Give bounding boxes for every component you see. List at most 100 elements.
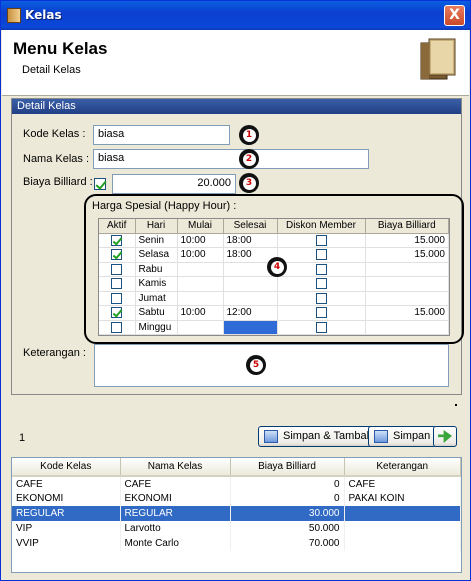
arrow-right-icon xyxy=(438,430,452,443)
col-selesai[interactable]: Selesai xyxy=(223,219,278,234)
checkbox[interactable] xyxy=(111,292,123,304)
checkbox[interactable] xyxy=(111,278,123,290)
marker-5: 5 xyxy=(246,355,266,375)
mulai-cell[interactable] xyxy=(177,262,224,277)
record-counter: 1 xyxy=(19,432,26,444)
biaya-cell[interactable] xyxy=(365,320,449,335)
app-icon xyxy=(7,8,21,23)
aktif-checkbox[interactable] xyxy=(99,262,136,277)
selesai-cell[interactable] xyxy=(223,276,278,292)
happy-hour-row[interactable]: Senin 10:00 18:00 15.000 xyxy=(99,233,449,248)
hari-cell[interactable]: Jumat xyxy=(135,291,178,306)
diskon-checkbox[interactable] xyxy=(277,247,366,263)
list-col-kode[interactable]: Kode Kelas xyxy=(12,458,121,477)
list-cell-nama: REGULAR xyxy=(120,506,231,521)
biaya-cell[interactable]: 15.000 xyxy=(365,305,449,321)
hari-cell[interactable]: Kamis xyxy=(135,276,178,292)
mulai-cell[interactable]: 10:00 xyxy=(177,233,224,248)
checkbox[interactable] xyxy=(111,249,123,261)
selesai-cell[interactable]: 18:00 xyxy=(223,233,278,248)
biaya-cell[interactable]: 15.000 xyxy=(365,233,449,248)
aktif-checkbox[interactable] xyxy=(99,320,136,335)
checkbox[interactable] xyxy=(315,278,327,290)
checkbox[interactable] xyxy=(111,307,123,319)
checkbox[interactable] xyxy=(111,321,123,333)
list-cell-kode: EKONOMI xyxy=(12,491,121,506)
header-banner: Menu Kelas Detail Kelas xyxy=(2,30,469,96)
aktif-checkbox[interactable] xyxy=(99,233,136,248)
list-cell-biaya: 0 xyxy=(230,476,345,491)
hari-cell[interactable]: Minggu xyxy=(135,320,178,335)
checkbox[interactable] xyxy=(315,307,327,319)
mulai-cell[interactable] xyxy=(177,320,224,335)
list-row[interactable]: REGULAR REGULAR 30.000 xyxy=(12,506,461,521)
happy-hour-row[interactable]: Kamis xyxy=(99,276,449,292)
selesai-cell[interactable]: 12:00 xyxy=(223,305,278,321)
biaya-cell[interactable] xyxy=(365,262,449,277)
checkbox[interactable] xyxy=(315,292,327,304)
list-col-biaya[interactable]: Biaya Billiard xyxy=(230,458,345,477)
biaya-billiard-checkbox[interactable] xyxy=(94,178,106,190)
list-col-keterangan[interactable]: Keterangan xyxy=(344,458,461,477)
col-hari[interactable]: Hari xyxy=(135,219,178,234)
checkbox[interactable] xyxy=(315,321,327,333)
checkbox[interactable] xyxy=(111,234,123,246)
nama-kelas-label: Nama Kelas : xyxy=(23,153,90,165)
keterangan-textarea[interactable] xyxy=(94,344,449,387)
col-biaya-billiard[interactable]: Biaya Billiard xyxy=(365,219,449,234)
save-label: Simpan xyxy=(393,430,431,442)
diskon-checkbox[interactable] xyxy=(277,291,366,306)
aktif-checkbox[interactable] xyxy=(99,247,136,263)
save-button[interactable]: Simpan xyxy=(368,426,438,447)
list-cell-biaya: 70.000 xyxy=(230,536,345,551)
aktif-checkbox[interactable] xyxy=(99,276,136,292)
checkbox[interactable] xyxy=(315,234,327,246)
aktif-checkbox[interactable] xyxy=(99,291,136,306)
save-and-add-button[interactable]: Simpan & Tambah xyxy=(258,426,380,447)
list-cell-nama: Monte Carlo xyxy=(120,536,231,551)
col-aktif[interactable]: Aktif xyxy=(99,219,136,234)
kelas-window: Kelas X Menu Kelas Detail Kelas Detail K… xyxy=(0,0,471,581)
selesai-cell[interactable] xyxy=(223,291,278,306)
list-row[interactable]: VVIP Monte Carlo 70.000 xyxy=(12,536,461,551)
list-row[interactable]: VIP Larvotto 50.000 xyxy=(12,521,461,536)
happy-hour-row[interactable]: Sabtu 10:00 12:00 15.000 xyxy=(99,305,449,321)
col-diskon-member[interactable]: Diskon Member xyxy=(277,219,366,234)
diskon-checkbox[interactable] xyxy=(277,233,366,248)
biaya-cell[interactable]: 15.000 xyxy=(365,247,449,263)
list-col-nama[interactable]: Nama Kelas xyxy=(120,458,231,477)
list-row[interactable]: EKONOMI EKONOMI 0 PAKAI KOIN xyxy=(12,491,461,506)
biaya-cell[interactable] xyxy=(365,276,449,292)
happy-hour-row[interactable]: Minggu xyxy=(99,320,449,335)
hari-cell[interactable]: Selasa xyxy=(135,247,178,263)
mulai-cell[interactable]: 10:00 xyxy=(177,305,224,321)
biaya-cell[interactable] xyxy=(365,291,449,306)
happy-hour-row[interactable]: Jumat xyxy=(99,291,449,306)
close-button[interactable]: X xyxy=(444,5,465,26)
checkbox[interactable] xyxy=(315,263,327,275)
aktif-checkbox[interactable] xyxy=(99,305,136,321)
diskon-checkbox[interactable] xyxy=(277,305,366,321)
checkbox[interactable] xyxy=(315,249,327,261)
checkbox[interactable] xyxy=(111,263,123,275)
list-cell-ket xyxy=(344,506,461,521)
diskon-checkbox[interactable] xyxy=(277,262,366,277)
selesai-cell[interactable] xyxy=(223,320,278,335)
list-row[interactable]: CAFE CAFE 0 CAFE xyxy=(12,476,461,491)
save-add-icon xyxy=(264,430,278,443)
next-button[interactable] xyxy=(433,426,457,447)
col-mulai[interactable]: Mulai xyxy=(177,219,224,234)
kode-kelas-input[interactable]: biasa xyxy=(93,125,230,145)
hari-cell[interactable]: Rabu xyxy=(135,262,178,277)
hari-cell[interactable]: Senin xyxy=(135,233,178,248)
biaya-billiard-input[interactable]: 20.000 xyxy=(112,174,236,194)
nama-kelas-input[interactable]: biasa xyxy=(93,149,369,169)
hari-cell[interactable]: Sabtu xyxy=(135,305,178,321)
mulai-cell[interactable] xyxy=(177,291,224,306)
mulai-cell[interactable] xyxy=(177,276,224,292)
diskon-checkbox[interactable] xyxy=(277,276,366,292)
title-bar[interactable]: Kelas X xyxy=(1,1,470,30)
diskon-checkbox[interactable] xyxy=(277,320,366,335)
mulai-cell[interactable]: 10:00 xyxy=(177,247,224,263)
floppy-icon xyxy=(374,430,388,443)
